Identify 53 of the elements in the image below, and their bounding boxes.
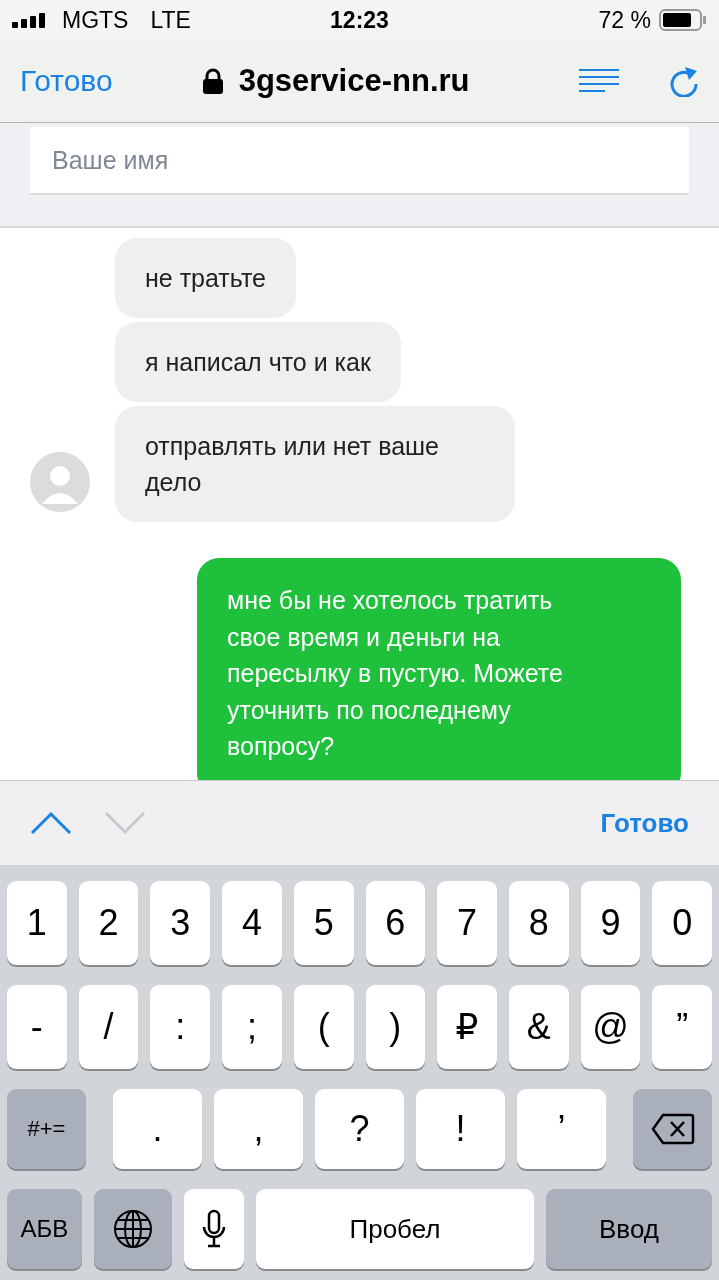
carrier-name: MGTS	[62, 6, 129, 34]
keyboard-key[interactable]: 4	[222, 881, 282, 965]
reader-icon[interactable]	[579, 69, 619, 93]
url-text[interactable]: 3gservice-nn.ru	[238, 63, 470, 99]
reload-icon[interactable]	[669, 65, 699, 97]
keyboard-key[interactable]: :	[150, 985, 211, 1069]
delete-key[interactable]	[633, 1089, 712, 1169]
keyboard-key[interactable]: 7	[437, 881, 497, 965]
keyboard-key[interactable]: ,	[214, 1089, 303, 1169]
keyboard-key[interactable]: !	[416, 1089, 505, 1169]
keyboard-key[interactable]: 3	[150, 881, 211, 965]
battery-icon	[659, 9, 707, 31]
keyboard-key[interactable]: /	[78, 985, 139, 1069]
space-key[interactable]: Пробел	[256, 1189, 534, 1269]
keyboard-key[interactable]: ;	[222, 985, 282, 1069]
keyboard-key[interactable]: 8	[508, 881, 569, 965]
microphone-key[interactable]	[184, 1189, 244, 1269]
message-bubble: мне бы не хотелось тратить свое время и деньги на пересылку в пустую. Можете уточнить по последнему вопросу?	[197, 558, 681, 780]
keyboard-key[interactable]: ’	[517, 1089, 606, 1169]
keyboard-key[interactable]: ₽	[437, 985, 497, 1069]
microphone-icon	[202, 1209, 226, 1249]
lock-icon	[202, 68, 223, 94]
globe-icon	[113, 1209, 153, 1249]
message-bubble: отправлять или нет ваше дело	[115, 406, 515, 522]
keyboard-key[interactable]: )	[365, 985, 426, 1069]
keyboard-key[interactable]: 5	[293, 881, 354, 965]
clock-time: 12:23	[330, 6, 389, 34]
keyboard-key[interactable]: .	[113, 1089, 202, 1169]
next-field-icon[interactable]	[104, 811, 146, 835]
keyboard-key[interactable]: 1	[7, 881, 67, 965]
done-button[interactable]: Готово	[20, 64, 113, 98]
message-bubble: не тратьте	[115, 238, 296, 318]
symbols-key[interactable]: #+=	[7, 1089, 86, 1169]
keyboard-key[interactable]: 9	[580, 881, 641, 965]
return-key[interactable]: Ввод	[546, 1189, 712, 1269]
alphabet-key[interactable]: АБВ	[7, 1189, 82, 1269]
keyboard-key[interactable]: 2	[78, 881, 139, 965]
globe-key[interactable]	[94, 1189, 172, 1269]
keyboard-key[interactable]: ?	[315, 1089, 404, 1169]
keyboard-key[interactable]: (	[293, 985, 354, 1069]
keyboard-key[interactable]: @	[580, 985, 641, 1069]
avatar-icon	[30, 452, 90, 512]
keyboard-key[interactable]: 0	[652, 881, 713, 965]
keyboard-key[interactable]: ”	[652, 985, 713, 1069]
network-type: LTE	[150, 6, 191, 34]
keyboard-key[interactable]: -	[7, 985, 67, 1069]
name-field[interactable]: Ваше имя	[30, 127, 689, 195]
message-bubble: я написал что и как	[115, 322, 401, 402]
keyboard-key[interactable]: 6	[365, 881, 426, 965]
backspace-icon	[650, 1113, 695, 1145]
previous-field-icon[interactable]	[30, 811, 72, 835]
keyboard-key[interactable]: &	[508, 985, 569, 1069]
battery-percent: 72 %	[598, 6, 651, 34]
